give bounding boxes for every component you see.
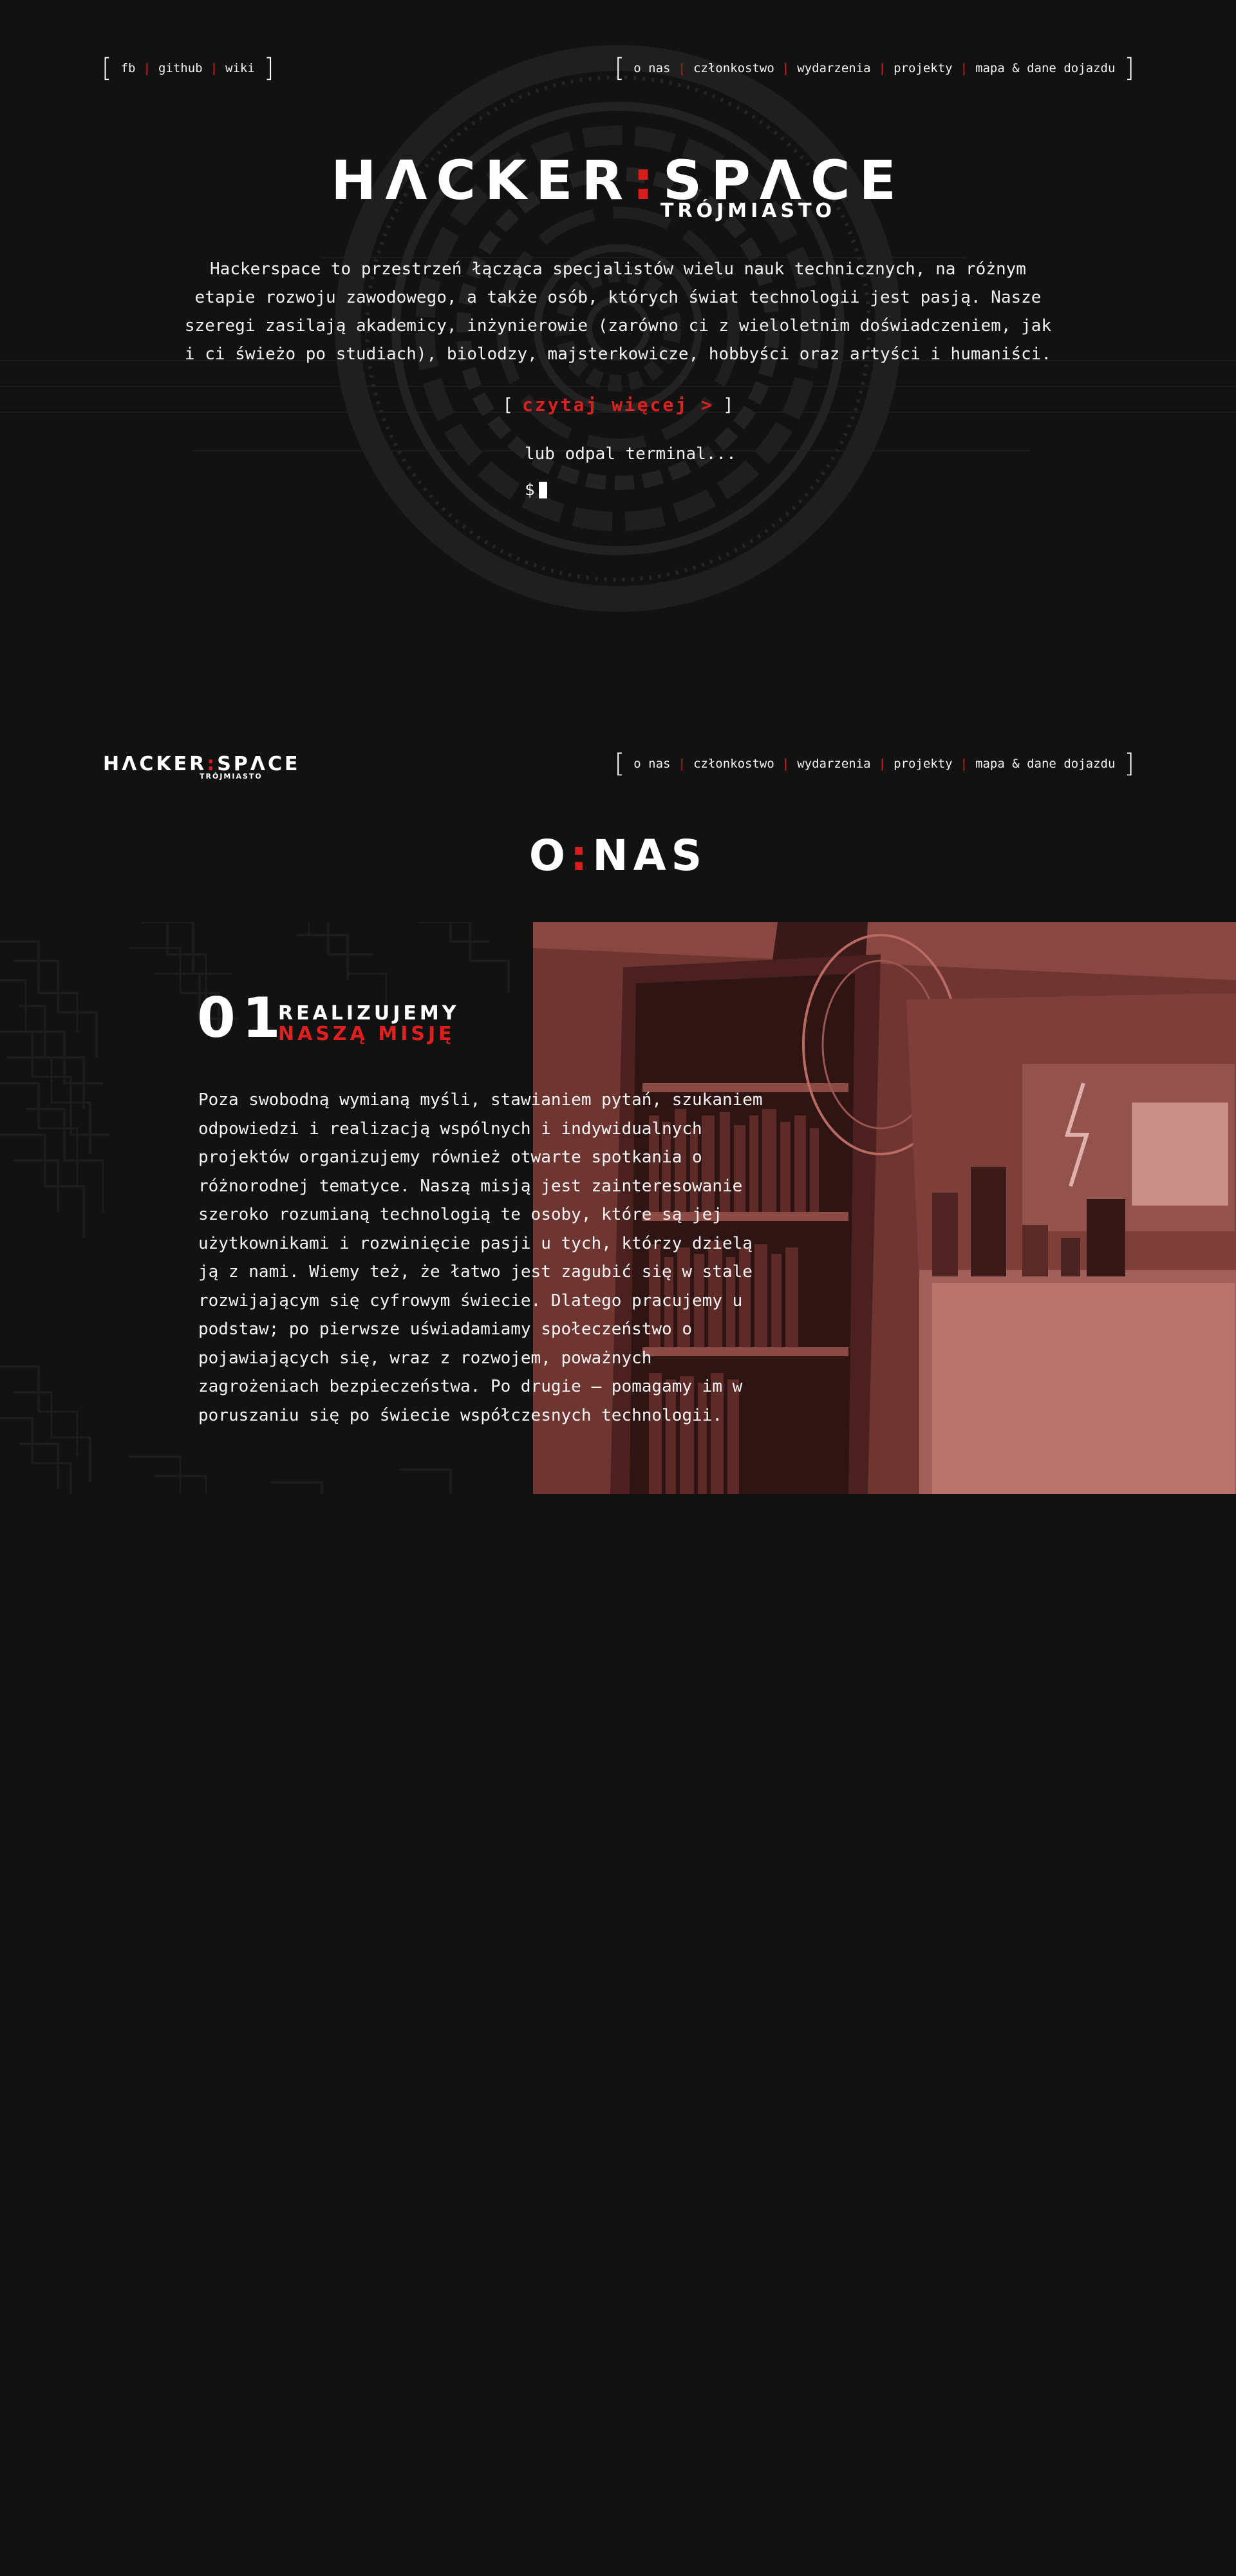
nav-separator: | (210, 61, 218, 75)
section-title-o-nas: O:NAS (0, 831, 1236, 880)
terminal-input[interactable]: $ (525, 480, 547, 500)
read-more: [ czytaj więcej >] (0, 394, 1236, 415)
nav-separator: | (960, 61, 968, 75)
intro-paragraph: Hackerspace to przestrzeń łącząca specja… (184, 260, 1052, 364)
nav-separator: | (960, 757, 968, 771)
bracket-left-icon: [ (102, 53, 112, 83)
nav-czlonkostwo-link[interactable]: członkostwo (693, 757, 774, 771)
nav-o-nas-link[interactable]: o nas (633, 757, 670, 771)
read-more-link[interactable]: czytaj więcej > (522, 394, 714, 415)
nav-separator: | (782, 61, 790, 75)
title-right: NAS (592, 831, 707, 880)
nav-projekty-link[interactable]: projekty (894, 757, 953, 771)
title-left: O (529, 831, 570, 880)
nav-wydarzenia-link[interactable]: wydarzenia (797, 61, 870, 75)
sticky-main-nav: [ o nas | członkostwo | wydarzenia | pro… (615, 751, 1134, 777)
logo-wordmark: HΛCKER:SPΛCE (103, 755, 301, 774)
nav-wiki-link[interactable]: wiki (225, 61, 255, 75)
read-more-label: czytaj więcej (522, 394, 689, 415)
mission-heading-line2: NASZĄ MISJĘ (278, 1023, 455, 1045)
terminal-cursor-icon (538, 482, 547, 498)
nav-separator: | (678, 757, 686, 771)
nav-o-nas-link[interactable]: o nas (633, 61, 670, 75)
arrow-right-icon: > (701, 394, 714, 415)
hackerspace-logo[interactable]: HΛCKER:SPΛCE TRÓJMIASTO (0, 153, 1236, 222)
mission-heading-line1: REALIZUJEMY (278, 1002, 460, 1025)
nav-wydarzenia-link[interactable]: wydarzenia (797, 757, 870, 771)
bracket-right-icon: ] (722, 394, 734, 415)
logo-subtitle: TRÓJMIASTO (200, 772, 263, 781)
nav-mapa-link[interactable]: mapa & dane dojazdu (975, 61, 1115, 75)
logo-word-left: HΛCKER (103, 753, 207, 775)
nav-fb-link[interactable]: fb (121, 61, 136, 75)
nav-separator: | (878, 61, 886, 75)
nav-projekty-link[interactable]: projekty (894, 61, 953, 75)
bracket-left-icon: [ (614, 53, 625, 83)
main-nav: [ o nas | członkostwo | wydarzenia | pro… (615, 55, 1134, 81)
bracket-left-icon: [ (502, 394, 514, 415)
logo-word-left: HΛCKER (331, 149, 633, 212)
terminal-prompt-symbol: $ (525, 480, 535, 500)
header-logo[interactable]: HΛCKER:SPΛCE TRÓJMIASTO (103, 755, 301, 781)
bracket-right-icon: ] (1124, 53, 1134, 83)
nav-separator: | (878, 757, 886, 771)
nav-czlonkostwo-link[interactable]: członkostwo (693, 61, 774, 75)
mission-paragraph: Poza swobodną wymianą myśli, stawianiem … (198, 1090, 763, 1425)
bracket-right-icon: ] (263, 53, 274, 83)
social-nav: [ fb | github | wiki ] (102, 55, 274, 81)
nav-github-link[interactable]: github (158, 61, 203, 75)
logo-colon: : (632, 149, 663, 212)
bracket-left-icon: [ (614, 749, 625, 779)
logo-subtitle: TRÓJMIASTO (660, 200, 836, 222)
mission-number: 01 (197, 986, 287, 1050)
hero-section: [ fb | github | wiki ] [ o nas | członko… (0, 0, 1236, 696)
nav-separator: | (143, 61, 151, 75)
bracket-right-icon: ] (1124, 749, 1134, 779)
nav-separator: | (782, 757, 790, 771)
terminal-hint: lub odpal terminal... (525, 444, 736, 464)
nav-mapa-link[interactable]: mapa & dane dojazdu (975, 757, 1115, 771)
nav-separator: | (678, 61, 686, 75)
title-colon: : (570, 831, 593, 880)
